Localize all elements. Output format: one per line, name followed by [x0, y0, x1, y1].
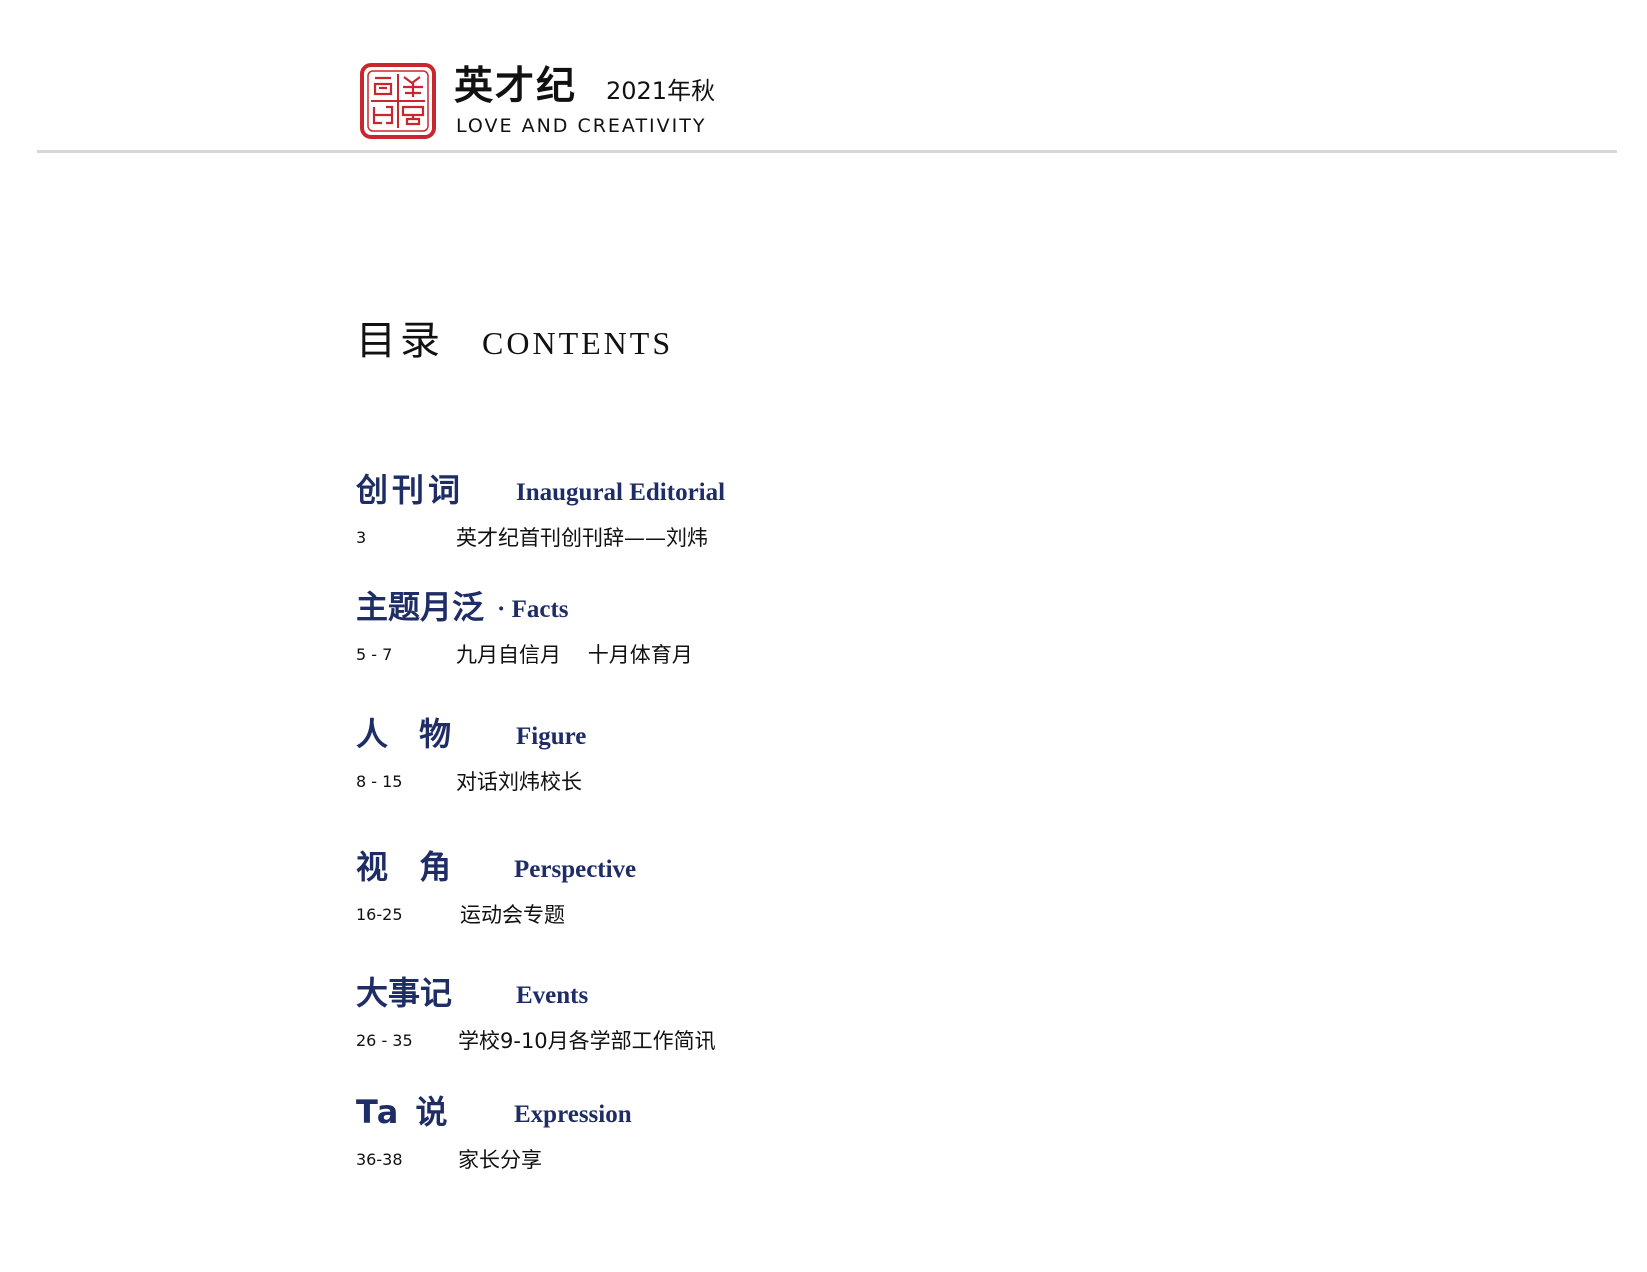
entry-description: 英才纪首刊创刊辞——刘炜	[456, 526, 708, 550]
toc-entry-inaugural-editorial[interactable]: 创刊词 Inaugural Editorial 3 英才纪首刊创刊辞——刘炜	[356, 470, 956, 560]
entry-description: 学校9-10月各学部工作简讯	[458, 1029, 716, 1053]
entry-description: 九月自信月 十月体育月	[456, 643, 693, 667]
toc-entry-theme-month[interactable]: 主题月泛 · Facts 5 - 7 九月自信月 十月体育月	[356, 587, 956, 677]
toc-entry-figure[interactable]: 人 物 Figure 8 - 15 对话刘炜校长	[356, 714, 956, 804]
page-range: 3	[356, 528, 367, 547]
section-title-cn: Ta 说	[356, 1093, 451, 1131]
section-title-en: Perspective	[514, 856, 637, 883]
section-title-en: Inaugural Editorial	[516, 479, 726, 506]
section-title-cn: 视 角	[356, 848, 452, 886]
section-title-en: · Facts	[497, 596, 569, 623]
section-title-en: Events	[516, 982, 589, 1009]
toc-entry-events[interactable]: 大事记 Events 26 - 35 学校9-10月各学部工作简讯	[356, 973, 956, 1063]
section-title-cn: 人 物	[356, 715, 452, 753]
page-range: 16-25	[356, 905, 403, 924]
page-range: 26 - 35	[356, 1031, 413, 1050]
page-range: 8 - 15	[356, 772, 403, 791]
contents-list: 创刊词 Inaugural Editorial 3 英才纪首刊创刊辞——刘炜 主…	[356, 0, 956, 1272]
section-title-en: Figure	[516, 723, 587, 750]
page-range: 36-38	[356, 1150, 403, 1169]
page-range: 5 - 7	[356, 645, 393, 664]
section-title-cn: 主题月泛	[356, 588, 485, 626]
entry-description: 对话刘炜校长	[456, 770, 582, 794]
section-title-cn: 创刊词	[356, 471, 465, 509]
section-title-cn: 大事记	[356, 974, 453, 1012]
toc-entry-expression[interactable]: Ta 说 Expression 36-38 家长分享	[356, 1092, 956, 1182]
section-title-en: Expression	[514, 1101, 632, 1128]
entry-description: 运动会专题	[460, 903, 565, 927]
toc-entry-perspective[interactable]: 视 角 Perspective 16-25 运动会专题	[356, 847, 956, 937]
entry-description: 家长分享	[458, 1148, 542, 1172]
